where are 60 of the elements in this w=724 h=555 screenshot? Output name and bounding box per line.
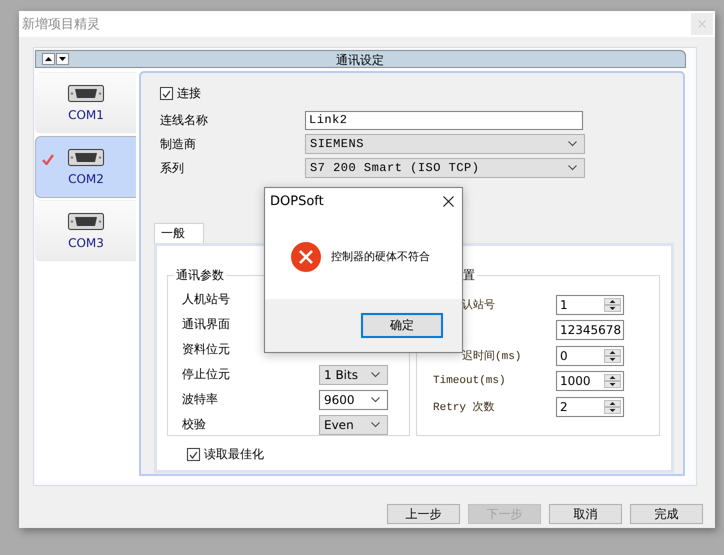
error-message: 控制器的硬体不符合: [331, 249, 430, 264]
field-label: 人机站号: [181, 291, 231, 308]
checkbox[interactable]: [160, 87, 173, 100]
port-tab[interactable]: COM2: [35, 136, 136, 198]
spin-field[interactable]: 1: [556, 294, 624, 315]
window-title: 新增项目精灵: [22, 16, 100, 33]
chevron-down-icon: [371, 396, 380, 402]
field-label: 停止位元: [181, 366, 231, 383]
spin-field[interactable]: 2: [556, 396, 624, 417]
field-label: Retry 次数: [432, 400, 496, 414]
tab[interactable]: 一般: [154, 223, 204, 243]
triangle-up-icon: [45, 57, 52, 61]
checkbox-label: 连接: [177, 85, 201, 102]
field-label: 连线名称: [160, 112, 209, 128]
group-title: 置: [462, 267, 476, 284]
checkbox[interactable]: [187, 448, 200, 461]
field-label: 制造商: [160, 136, 197, 152]
check-icon: [162, 90, 171, 98]
field-label: Timeout(ms): [432, 375, 507, 388]
field-label: 校验: [181, 416, 207, 433]
spin-arrows-icon: [604, 374, 621, 388]
field-label: 系列: [160, 160, 185, 176]
chevron-down-icon: [371, 422, 380, 428]
chevron-down-icon: [371, 372, 380, 378]
field-label: 迟时间(ms): [461, 349, 522, 364]
spin-arrows-icon: [604, 400, 621, 414]
text-field[interactable]: Link2: [305, 110, 583, 130]
port-tab[interactable]: COM3: [35, 200, 136, 262]
wizard-button[interactable]: 取消: [549, 504, 622, 524]
serial-port-icon: [68, 84, 104, 102]
port-tab[interactable]: COM1: [35, 72, 136, 134]
spin-arrows-icon: [604, 348, 621, 363]
spin-field[interactable]: 0: [556, 346, 624, 366]
scroll-up-button[interactable]: [42, 53, 55, 65]
check-icon: [189, 450, 198, 458]
field-label: 资料位元: [181, 341, 231, 358]
spin-arrows-icon: [604, 298, 621, 312]
field-label: 认站号: [461, 298, 496, 312]
scroll-down-button[interactable]: [56, 53, 69, 65]
chevron-down-icon: [568, 141, 577, 147]
group-title: 通讯参数: [175, 267, 225, 284]
field-label: 通讯界面: [181, 316, 231, 333]
chevron-down-icon: [568, 165, 577, 171]
ok-button[interactable]: 确定: [361, 313, 443, 338]
spin-field[interactable]: 1000: [556, 371, 624, 392]
serial-port-icon: [68, 212, 104, 230]
dropdown[interactable]: S7 200 Smart (ISO TCP): [305, 158, 585, 178]
input-field[interactable]: 12345678: [556, 320, 624, 340]
close-icon[interactable]: [443, 196, 454, 206]
dropdown[interactable]: 9600: [319, 390, 388, 410]
serial-port-icon: [68, 148, 104, 166]
error-icon: [291, 242, 321, 272]
wizard-button[interactable]: 完成: [630, 504, 703, 524]
field-label: 波特率: [181, 391, 219, 408]
wizard-button[interactable]: 上一步: [387, 504, 460, 524]
dialog-title: DOPSoft: [270, 194, 324, 208]
triangle-down-icon: [59, 57, 66, 61]
panel-title: 通讯设定: [336, 52, 384, 69]
checkbox-label: 读取最佳化: [204, 446, 264, 463]
dropdown[interactable]: SIEMENS: [305, 134, 585, 154]
